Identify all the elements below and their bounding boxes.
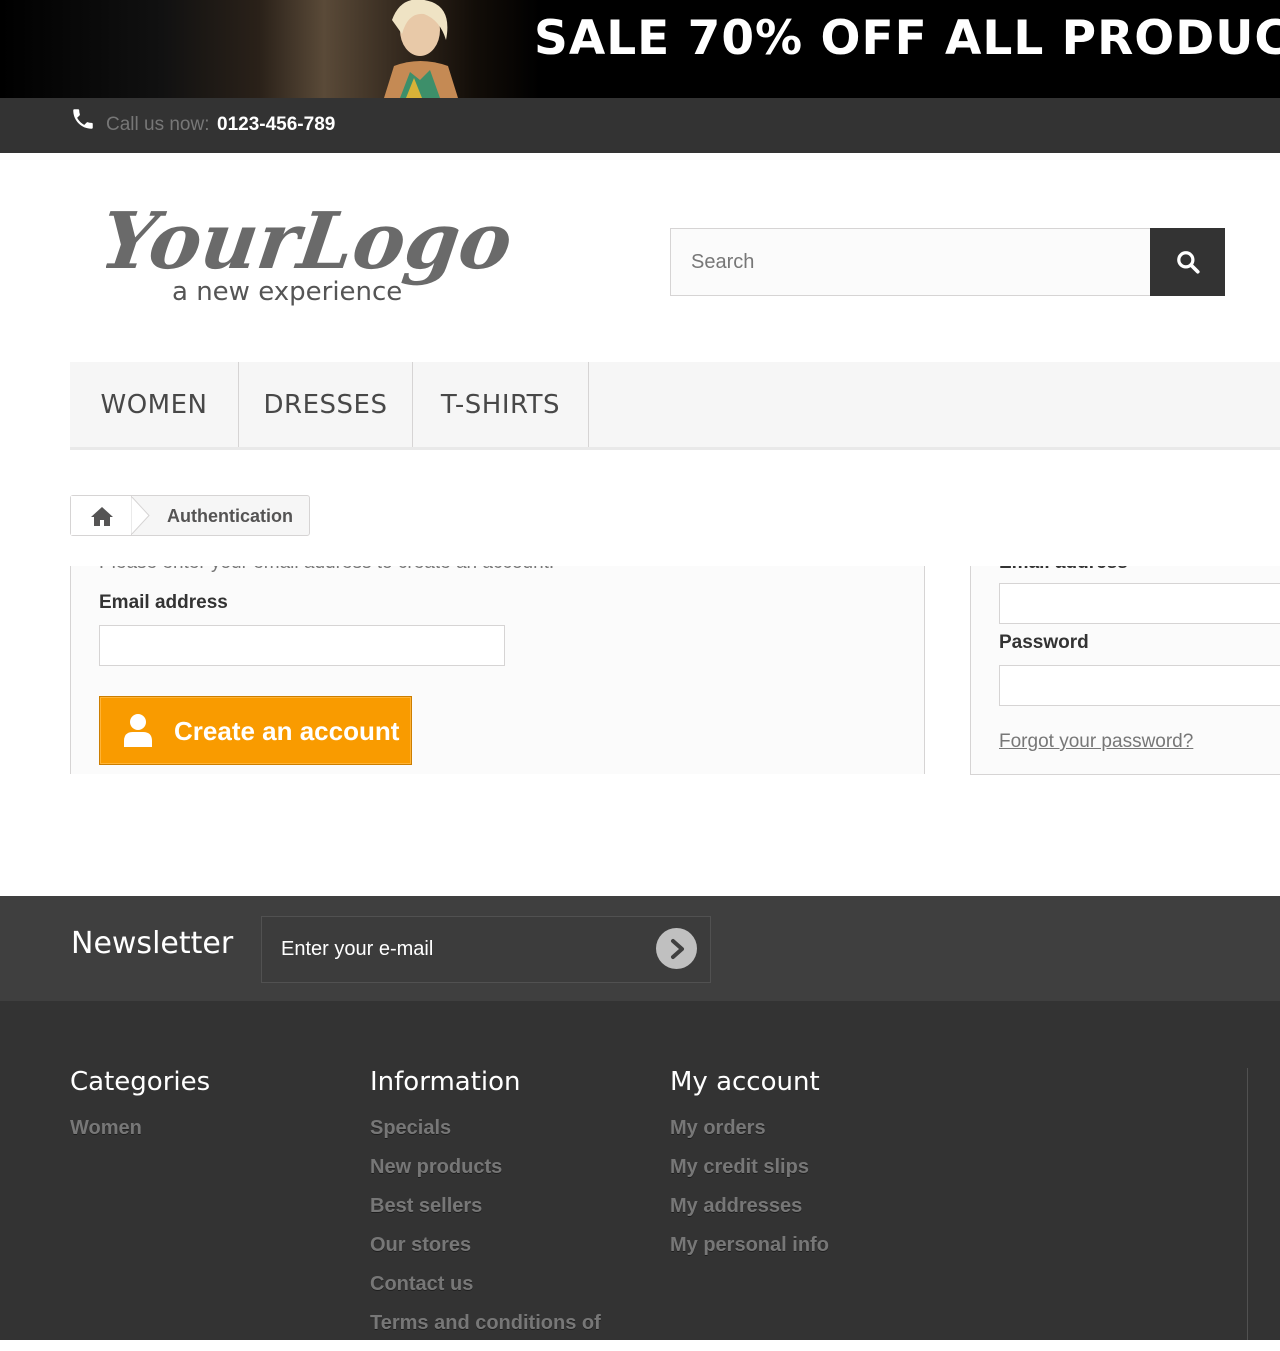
login-form: Email address Password Forgot your passw… (970, 566, 1280, 775)
breadcrumb-separator (131, 496, 150, 535)
search-input[interactable] (670, 228, 1151, 296)
logo-script: YourLogo (106, 195, 518, 287)
create-email-label: Email address (99, 592, 228, 613)
create-account-label: Create an account (174, 716, 400, 746)
footer-categories: Categories Women (70, 1067, 210, 1156)
home-icon (91, 506, 113, 526)
newsletter-title: Newsletter (71, 926, 234, 961)
forgot-password-link[interactable]: Forgot your password? (999, 731, 1193, 753)
call-us-label: Call us now: (106, 114, 210, 135)
footer-link-contact-us[interactable]: Contact us (370, 1273, 601, 1312)
footer-link-my-orders[interactable]: My orders (670, 1117, 829, 1156)
menu-item-t-shirts[interactable]: T-SHIRTS (413, 362, 589, 447)
footer-link-women[interactable]: Women (70, 1117, 210, 1156)
site-logo[interactable]: YourLogo a new experience (106, 180, 536, 320)
login-password-input[interactable] (999, 665, 1280, 706)
footer-link-new-products[interactable]: New products (370, 1156, 601, 1195)
breadcrumb-current: Authentication (167, 506, 293, 526)
banner-model-image (384, 0, 458, 98)
footer-divider (1247, 1068, 1248, 1340)
newsletter-block: Newsletter (0, 896, 1280, 1001)
login-password-label: Password (999, 632, 1089, 653)
contact-bar: Call us now: 0123-456-789 (0, 98, 1280, 153)
footer-link-specials[interactable]: Specials (370, 1117, 601, 1156)
banner-headline: SALE 70% OFF ALL PRODUCTS (534, 11, 1280, 66)
newsletter-submit-button[interactable] (656, 928, 697, 969)
phone-icon (73, 109, 93, 129)
breadcrumb: Authentication (70, 495, 310, 536)
menu-item-women[interactable]: WOMEN (70, 362, 239, 447)
main-menu: WOMEN DRESSES T-SHIRTS (70, 362, 1280, 450)
footer-information-title: Information (370, 1067, 521, 1097)
create-account-intro: Please enter your email address to creat… (99, 566, 554, 574)
footer-my-account-title: My account (670, 1067, 820, 1097)
footer-categories-title: Categories (70, 1067, 211, 1097)
breadcrumb-home[interactable] (71, 496, 133, 535)
login-email-input[interactable] (999, 583, 1280, 624)
login-email-label: Email address (999, 566, 1128, 574)
search-button[interactable] (1150, 228, 1225, 296)
footer-link-best-sellers[interactable]: Best sellers (370, 1195, 601, 1234)
create-account-form: Please enter your email address to creat… (70, 566, 925, 774)
create-account-button[interactable]: Create an account (99, 696, 412, 765)
footer-link-terms[interactable]: Terms and conditions of (370, 1312, 601, 1351)
user-icon (124, 714, 152, 747)
promo-banner[interactable]: SALE 70% OFF ALL PRODUCTS (0, 0, 1280, 98)
footer-link-my-credit-slips[interactable]: My credit slips (670, 1156, 829, 1195)
footer-link-our-stores[interactable]: Our stores (370, 1234, 601, 1273)
footer-my-account: My account My orders My credit slips My … (670, 1067, 829, 1273)
logo-tagline: a new experience (172, 277, 402, 307)
newsletter-email-input[interactable] (261, 916, 711, 983)
site-footer: Categories Women Information Specials Ne… (0, 1001, 1280, 1340)
create-email-input[interactable] (99, 625, 505, 666)
search-icon (1176, 251, 1200, 274)
footer-link-my-addresses[interactable]: My addresses (670, 1195, 829, 1234)
menu-item-dresses[interactable]: DRESSES (239, 362, 413, 447)
phone-number: 0123-456-789 (217, 114, 336, 135)
footer-information: Information Specials New products Best s… (370, 1067, 601, 1351)
chevron-right-icon (670, 938, 684, 959)
footer-link-my-personal-info[interactable]: My personal info (670, 1234, 829, 1273)
